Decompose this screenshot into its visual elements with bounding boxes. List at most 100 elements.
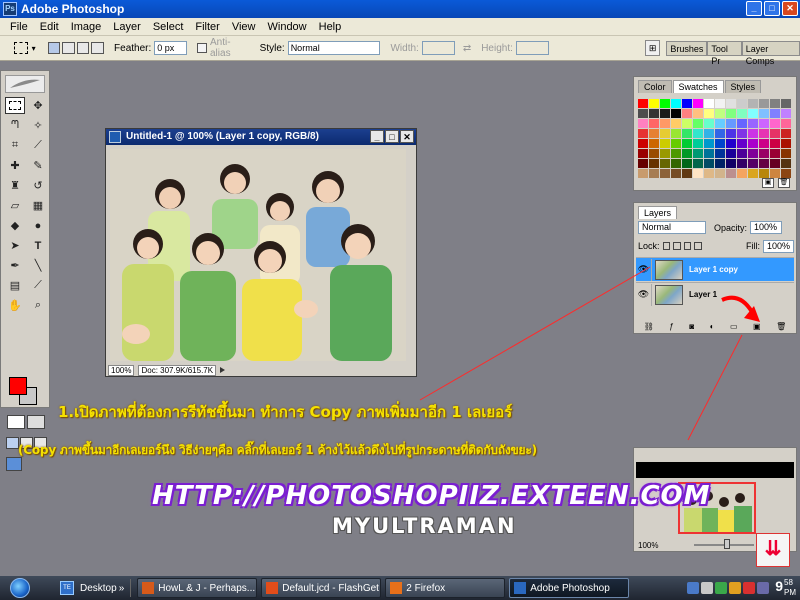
color-swatch[interactable] (693, 149, 703, 158)
color-swatch[interactable] (715, 119, 725, 128)
feather-input[interactable]: 0 px (154, 41, 188, 55)
color-swatch[interactable] (726, 129, 736, 138)
color-swatch[interactable] (770, 149, 780, 158)
color-swatch[interactable] (671, 139, 681, 148)
close-button[interactable]: ✕ (782, 1, 798, 16)
color-swatch[interactable] (770, 139, 780, 148)
color-swatch[interactable] (638, 149, 648, 158)
tab-styles[interactable]: Styles (724, 80, 762, 93)
brush-tool-icon[interactable]: ✎ (28, 157, 48, 174)
color-swatch[interactable] (649, 109, 659, 118)
color-swatch[interactable] (638, 159, 648, 168)
style-select[interactable]: Normal (287, 41, 381, 55)
color-swatch[interactable] (748, 169, 758, 178)
antialias-checkbox[interactable] (197, 43, 207, 53)
menu-view[interactable]: View (226, 21, 262, 33)
maximize-button[interactable]: □ (764, 1, 780, 16)
color-swatch[interactable] (737, 99, 747, 108)
slice-tool-icon[interactable]: ⟋ (28, 137, 48, 154)
color-swatch[interactable] (726, 149, 736, 158)
task-button-music[interactable]: HowL & J - Perhaps... (137, 578, 258, 598)
color-swatch[interactable] (660, 159, 670, 168)
color-swatch[interactable] (748, 149, 758, 158)
task-button-flashget[interactable]: Default.jcd - FlashGet (261, 578, 382, 598)
add-selection-icon[interactable] (62, 42, 75, 54)
color-swatch[interactable] (660, 99, 670, 108)
status-menu-arrow-icon[interactable] (220, 367, 226, 373)
color-swatch[interactable] (715, 99, 725, 108)
color-swatch[interactable] (649, 119, 659, 128)
new-selection-icon[interactable] (47, 42, 61, 54)
delete-layer-icon[interactable]: 🗑 (776, 322, 786, 331)
path-selection-tool-icon[interactable]: ➤ (5, 237, 25, 254)
color-swatch[interactable] (682, 159, 692, 168)
color-swatch[interactable] (737, 149, 747, 158)
color-swatch[interactable] (759, 119, 769, 128)
color-swatch[interactable] (693, 139, 703, 148)
lock-image-icon[interactable] (673, 242, 681, 250)
color-swatch[interactable] (737, 129, 747, 138)
color-swatch[interactable] (671, 99, 681, 108)
color-swatch[interactable] (649, 149, 659, 158)
visibility-eye-icon[interactable]: 👁 (636, 283, 652, 306)
lock-transparent-icon[interactable] (662, 242, 671, 250)
color-swatch[interactable] (638, 99, 648, 108)
delete-swatch-icon[interactable]: 🗑 (778, 178, 790, 188)
color-swatch[interactable] (682, 99, 692, 108)
tray-volume-icon[interactable] (701, 582, 714, 594)
color-swatch[interactable] (726, 119, 736, 128)
color-swatch[interactable] (737, 119, 747, 128)
menu-filter[interactable]: Filter (189, 21, 225, 33)
color-swatch[interactable] (748, 159, 758, 168)
color-swatch[interactable] (737, 139, 747, 148)
color-swatch[interactable] (715, 139, 725, 148)
type-tool-icon[interactable]: T (28, 237, 48, 254)
color-swatch[interactable] (737, 169, 747, 178)
color-swatch[interactable] (759, 149, 769, 158)
fill-input[interactable]: 100% (762, 239, 794, 253)
color-swatch[interactable] (682, 129, 692, 138)
color-swatch[interactable] (638, 119, 648, 128)
link-layers-icon[interactable]: ⛓ (644, 322, 654, 331)
new-group-icon[interactable]: ▭ (730, 322, 738, 331)
color-swatch[interactable] (715, 129, 725, 138)
color-swatch[interactable] (671, 149, 681, 158)
marquee-tool-icon[interactable] (5, 97, 25, 114)
color-swatch[interactable] (704, 119, 714, 128)
color-swatch[interactable] (770, 129, 780, 138)
color-swatch[interactable] (649, 159, 659, 168)
color-swatch[interactable] (660, 119, 670, 128)
width-input[interactable] (421, 41, 455, 55)
lasso-tool-icon[interactable]: ᘉ (5, 117, 25, 134)
well-tab-brushes[interactable]: Brushes (666, 40, 708, 56)
new-swatch-icon[interactable]: ▣ (762, 178, 774, 188)
color-swatch[interactable] (660, 169, 670, 178)
tab-swatches[interactable]: Swatches (672, 80, 724, 93)
new-layer-icon[interactable]: ▣ (753, 322, 761, 331)
menu-image[interactable]: Image (65, 21, 108, 33)
color-swatch[interactable] (704, 99, 714, 108)
color-swatch[interactable] (693, 99, 703, 108)
magic-wand-tool-icon[interactable]: ✧ (28, 117, 48, 134)
pen-tool-icon[interactable]: ✒ (5, 257, 25, 274)
color-swatch[interactable] (682, 169, 692, 178)
blur-tool-icon[interactable]: ◆ (5, 217, 25, 234)
color-swatch[interactable] (759, 99, 769, 108)
desktop-toolbar-label[interactable]: Desktop (80, 583, 117, 594)
document-minimize-button[interactable]: _ (370, 130, 384, 143)
color-swatch[interactable] (781, 149, 791, 158)
color-swatch[interactable] (726, 109, 736, 118)
color-swatch[interactable] (671, 159, 681, 168)
menu-window[interactable]: Window (262, 21, 313, 33)
color-swatch[interactable] (737, 159, 747, 168)
color-swatch[interactable] (759, 169, 769, 178)
height-input[interactable] (515, 41, 549, 55)
zoom-tool-icon[interactable]: ⌕ (28, 297, 48, 314)
color-swatch[interactable] (781, 129, 791, 138)
menu-layer[interactable]: Layer (107, 21, 147, 33)
document-zoom-field[interactable]: 100% (108, 364, 135, 376)
color-swatch[interactable] (682, 149, 692, 158)
color-swatch[interactable] (704, 139, 714, 148)
task-button-firefox[interactable]: 2 Firefox (385, 578, 506, 598)
layer-row-layer-1[interactable]: 👁 Layer 1 (636, 282, 794, 306)
